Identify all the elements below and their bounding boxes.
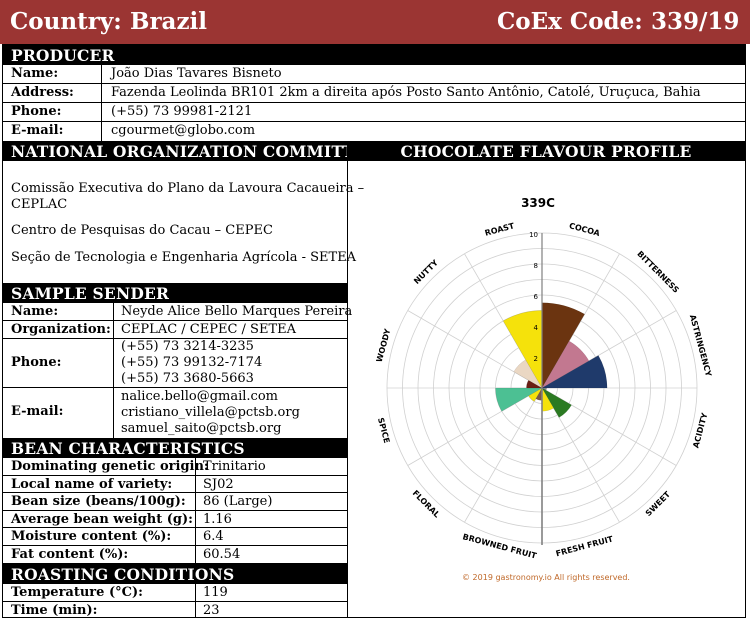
country-value: Brazil <box>130 8 207 35</box>
category-label: NUTTY <box>412 258 440 286</box>
category-label: FRESH FRUIT <box>555 534 615 558</box>
producer-address-label: Address: <box>11 85 74 100</box>
sender-phone-label: Phone: <box>11 355 62 370</box>
bean-value: 86 (Large) <box>203 494 273 510</box>
producer-address-row: Address: Fazenda Leolinda BR101 2km a di… <box>3 84 745 103</box>
radial-tick-label: 4 <box>534 324 539 332</box>
sender-phone-2: (+55) 73 99132-7174 <box>121 355 263 370</box>
committee-line-2: CEPLAC <box>11 197 68 212</box>
category-label: COCOA <box>568 221 601 238</box>
committee-heading: NATIONAL ORGANIZATION COMMITTEE <box>3 141 378 161</box>
roast-value: 23 <box>203 602 220 618</box>
producer-email: cgourmet@globo.com <box>111 123 256 138</box>
flavour-profile-chart: 246810 COCOABITTERNESSASTRINGENCYACIDITY… <box>375 196 713 582</box>
roast-value: 119 <box>203 585 228 600</box>
bean-row: Average bean weight (g): 1.16 <box>3 511 347 529</box>
producer-name-label: Name: <box>11 66 59 81</box>
bean-value: 6.4 <box>203 529 224 545</box>
coex-label: CoEx Code: <box>497 8 643 35</box>
bean-value: SJ02 <box>203 476 234 492</box>
bean-label: Local name of variety: <box>11 476 173 492</box>
roast-divider <box>195 584 196 618</box>
radial-tick-label: 8 <box>534 262 538 270</box>
bean-divider <box>195 458 196 564</box>
copyright-note: © 2019 gastronomy.io All rights reserved… <box>462 573 630 582</box>
producer-phone-label: Phone: <box>11 104 62 119</box>
profile-heading: CHOCOLATE FLAVOUR PROFILE <box>347 141 745 161</box>
sender-email-row: E-mail: nalice.bello@gmail.com cristiano… <box>3 388 347 438</box>
committee-line-1: Comissão Executiva do Plano da Lavoura C… <box>11 181 365 196</box>
producer-email-row: E-mail: cgourmet@globo.com <box>3 122 745 141</box>
sender-name-label: Name: <box>11 304 59 319</box>
roasting-heading: ROASTING CONDITIONS <box>3 564 347 584</box>
roast-row: Time (min): 23 <box>3 602 347 620</box>
sender-org-row: Organization: CEPLAC / CEPEC / SETEA <box>3 321 347 339</box>
producer-heading: PRODUCER <box>3 45 745 65</box>
sender-email-2: cristiano_villela@pctsb.org <box>121 405 300 420</box>
bean-label: Fat content (%): <box>11 547 129 562</box>
bean-label: Average bean weight (g): <box>11 511 193 527</box>
sender-phone-3: (+55) 73 3680-5663 <box>121 371 254 386</box>
category-label: ASTRINGENCY <box>688 314 713 378</box>
category-label: BITTERNESS <box>635 249 681 295</box>
category-label: SPICE <box>376 417 391 444</box>
radial-tick-label: 2 <box>534 355 538 363</box>
producer-name: João Dias Tavares Bisneto <box>111 66 282 81</box>
bean-row: Local name of variety: SJ02 <box>3 476 347 494</box>
country-label: Country: <box>10 8 122 35</box>
header-bar: Country: Brazil CoEx Code: 339/19 <box>0 0 750 44</box>
bean-label: Bean size (beans/100g): <box>11 494 186 510</box>
roast-label: Time (min): <box>11 602 98 618</box>
producer-phone-row: Phone: (+55) 73 99981-2121 <box>3 103 745 122</box>
bean-value: 1.16 <box>203 511 232 527</box>
producer-email-label: E-mail: <box>11 123 64 138</box>
sender-phone-row: Phone: (+55) 73 3214-3235 (+55) 73 99132… <box>3 339 347 388</box>
producer-divider <box>101 65 102 141</box>
sender-email-3: samuel_saito@pctsb.org <box>121 421 282 436</box>
sample-sender-heading: SAMPLE SENDER <box>3 283 347 303</box>
category-label: FLORAL <box>411 489 442 520</box>
category-label: BROWNED FRUIT <box>462 532 538 561</box>
sender-name: Neyde Alice Bello Marques Pereira <box>121 304 353 319</box>
sender-org-label: Organization: <box>11 322 111 337</box>
committee-line-4: Seção de Tecnologia e Engenharia Agrícol… <box>11 250 357 265</box>
radial-tick-label: 10 <box>529 231 538 239</box>
roast-row: Temperature (°C): 119 <box>3 584 347 602</box>
sender-org: CEPLAC / CEPEC / SETEA <box>121 322 297 337</box>
category-label: SWEET <box>644 489 673 518</box>
chart-bars <box>495 302 608 418</box>
producer-phone: (+55) 73 99981-2121 <box>111 104 253 119</box>
bean-label: Moisture content (%): <box>11 529 172 545</box>
sender-name-row: Name: Neyde Alice Bello Marques Pereira <box>3 303 352 321</box>
bean-row: Fat content (%): 60.54 <box>3 546 347 564</box>
bean-value: Trinitario <box>203 459 266 474</box>
producer-address: Fazenda Leolinda BR101 2km a direita apó… <box>111 85 701 100</box>
chart-title: 339C <box>521 196 555 210</box>
bean-label: Dominating genetic origin: <box>11 459 209 474</box>
roast-label: Temperature (°C): <box>11 585 143 600</box>
radial-tick-label: 6 <box>534 293 539 301</box>
bean-row: Moisture content (%): 6.4 <box>3 528 347 546</box>
bean-row: Bean size (beans/100g): 86 (Large) <box>3 493 347 511</box>
producer-name-row: Name: João Dias Tavares Bisneto <box>3 65 745 84</box>
coex-code: 339/19 <box>651 8 740 35</box>
sender-email-1: nalice.bello@gmail.com <box>121 389 278 404</box>
sender-divider <box>113 303 114 438</box>
bean-row: Dominating genetic origin: Trinitario <box>3 458 347 476</box>
bean-value: 60.54 <box>203 547 241 562</box>
category-label: ROAST <box>484 221 516 238</box>
bean-heading: BEAN CHARACTERISTICS <box>3 438 347 458</box>
committee-line-3: Centro de Pesquisas do Cacau – CEPEC <box>11 223 273 238</box>
sender-email-label: E-mail: <box>11 404 64 419</box>
sender-phone-1: (+55) 73 3214-3235 <box>121 339 254 354</box>
